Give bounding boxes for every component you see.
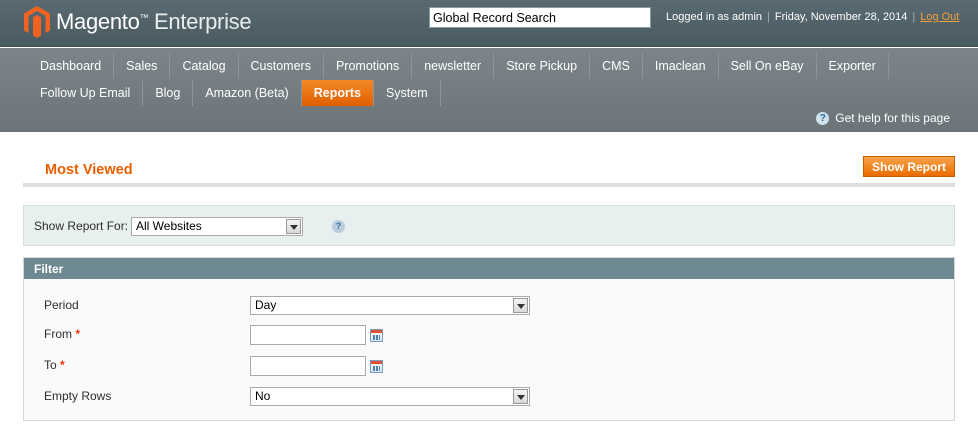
period-label: Period xyxy=(44,298,79,312)
logged-in-text: Logged in as admin xyxy=(666,11,763,23)
required-marker: * xyxy=(75,327,81,341)
calendar-icon[interactable] xyxy=(370,329,383,342)
logo-text: Magento™ Enterprise xyxy=(56,9,252,35)
logo-brand: Magento xyxy=(56,9,140,34)
page-title: Most Viewed xyxy=(45,162,133,178)
global-search-input[interactable] xyxy=(429,7,651,28)
nav-system[interactable]: System xyxy=(374,80,441,106)
magento-logo[interactable]: Magento™ Enterprise xyxy=(24,6,252,38)
nav-imaclean[interactable]: Imaclean xyxy=(643,53,719,79)
nav-cms[interactable]: CMS xyxy=(590,53,643,79)
nav-follow-up-email[interactable]: Follow Up Email xyxy=(28,80,144,106)
content-header: Most Viewed Show Report xyxy=(23,153,955,187)
magento-logo-icon xyxy=(24,6,50,38)
nav-customers[interactable]: Customers xyxy=(239,53,324,79)
empty-rows-select-value: No xyxy=(255,389,271,403)
from-date-input[interactable] xyxy=(250,325,366,345)
to-label: To * xyxy=(44,358,65,372)
period-select[interactable]: Day xyxy=(250,296,530,315)
chevron-down-icon xyxy=(513,298,528,313)
empty-rows-label: Empty Rows xyxy=(44,389,112,403)
show-report-button[interactable]: Show Report xyxy=(863,156,955,177)
store-switcher-label: Show Report For: xyxy=(34,219,129,233)
chevron-down-icon xyxy=(286,219,301,234)
nav-catalog[interactable]: Catalog xyxy=(170,53,239,79)
question-icon[interactable]: ? xyxy=(332,220,345,233)
help-text: Get help for this page xyxy=(835,111,950,125)
nav-blog[interactable]: Blog xyxy=(143,80,194,106)
chevron-down-icon xyxy=(513,389,528,404)
help-icon: ? xyxy=(816,111,830,125)
logo-edition: Enterprise xyxy=(154,9,252,34)
main-navigation: Dashboard Sales Catalog Customers Promot… xyxy=(0,48,978,132)
to-label-text: To xyxy=(44,358,57,372)
calendar-icon[interactable] xyxy=(370,360,383,373)
store-select[interactable]: All Websites xyxy=(131,217,303,236)
nav-dashboard[interactable]: Dashboard xyxy=(28,53,115,79)
nav-newsletter[interactable]: newsletter xyxy=(412,53,495,79)
admin-header: Magento™ Enterprise Logged in as admin | F… xyxy=(0,0,978,47)
filter-panel: Filter Period Day From * To * Empty Rows… xyxy=(23,257,955,421)
logo-trademark: ™ xyxy=(139,12,149,23)
nav-row-1: Dashboard Sales Catalog Customers Promot… xyxy=(28,53,889,79)
nav-promotions[interactable]: Promotions xyxy=(324,53,413,79)
store-select-value: All Websites xyxy=(136,219,202,233)
nav-amazon-beta[interactable]: Amazon (Beta) xyxy=(193,80,302,106)
current-date: Friday, November 28, 2014 xyxy=(774,11,908,23)
logout-link[interactable]: Log Out xyxy=(920,11,959,23)
nav-row-2: Follow Up Email Blog Amazon (Beta) Repor… xyxy=(28,80,441,106)
separator: | xyxy=(767,11,770,23)
period-select-value: Day xyxy=(255,298,277,312)
nav-store-pickup[interactable]: Store Pickup xyxy=(494,53,591,79)
to-date-input[interactable] xyxy=(250,356,366,376)
user-info: Logged in as admin | Friday, November 28, … xyxy=(666,11,959,23)
store-switcher: Show Report For: All Websites ? xyxy=(23,205,955,246)
required-marker: * xyxy=(60,358,65,372)
nav-sell-on-ebay[interactable]: Sell On eBay xyxy=(719,53,817,79)
from-label-text: From xyxy=(44,327,72,341)
nav-sales[interactable]: Sales xyxy=(114,53,171,79)
separator: | xyxy=(912,11,916,23)
nav-exporter[interactable]: Exporter xyxy=(817,53,889,79)
empty-rows-select[interactable]: No xyxy=(250,387,530,406)
filter-header: Filter xyxy=(24,258,954,279)
nav-reports[interactable]: Reports xyxy=(301,80,374,106)
from-label: From * xyxy=(44,327,80,341)
help-link[interactable]: ? Get help for this page xyxy=(816,111,950,125)
